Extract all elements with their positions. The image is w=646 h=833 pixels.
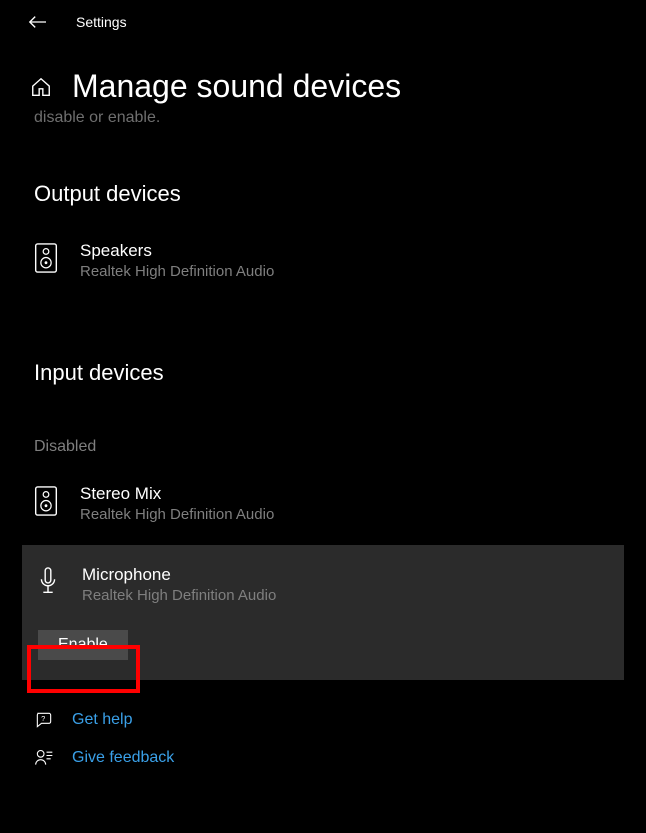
device-name: Speakers (80, 241, 274, 261)
back-arrow-icon[interactable] (28, 15, 46, 29)
input-devices-heading: Input devices (0, 360, 646, 386)
feedback-icon (34, 748, 54, 768)
help-label: Get help (72, 711, 132, 729)
output-devices-heading: Output devices (0, 181, 646, 207)
page-title: Manage sound devices (72, 68, 401, 105)
device-name: Stereo Mix (80, 484, 274, 504)
app-name: Settings (76, 14, 127, 30)
device-stereo-mix[interactable]: Stereo Mix Realtek High Definition Audio (0, 484, 646, 523)
title-bar: Settings (0, 0, 646, 44)
device-microphone-selected[interactable]: Microphone Realtek High Definition Audio… (22, 545, 624, 680)
give-feedback-link[interactable]: Give feedback (34, 748, 612, 768)
speaker-icon (34, 486, 58, 516)
home-icon[interactable] (30, 76, 52, 98)
svg-text:?: ? (41, 714, 45, 723)
feedback-label: Give feedback (72, 749, 174, 767)
page-header: Manage sound devices (0, 44, 646, 105)
description-truncated: disable or enable. (0, 105, 646, 127)
disabled-subheading: Disabled (0, 438, 646, 456)
device-name: Microphone (82, 565, 276, 585)
enable-button[interactable]: Enable (38, 630, 128, 660)
device-speakers[interactable]: Speakers Realtek High Definition Audio (0, 241, 646, 280)
help-icon: ? (34, 710, 54, 730)
device-driver: Realtek High Definition Audio (80, 263, 274, 280)
speaker-icon (34, 243, 58, 273)
device-driver: Realtek High Definition Audio (82, 587, 276, 604)
footer-links: ? Get help Give feedback (0, 680, 646, 768)
device-driver: Realtek High Definition Audio (80, 506, 274, 523)
microphone-icon (36, 567, 60, 597)
get-help-link[interactable]: ? Get help (34, 710, 612, 730)
